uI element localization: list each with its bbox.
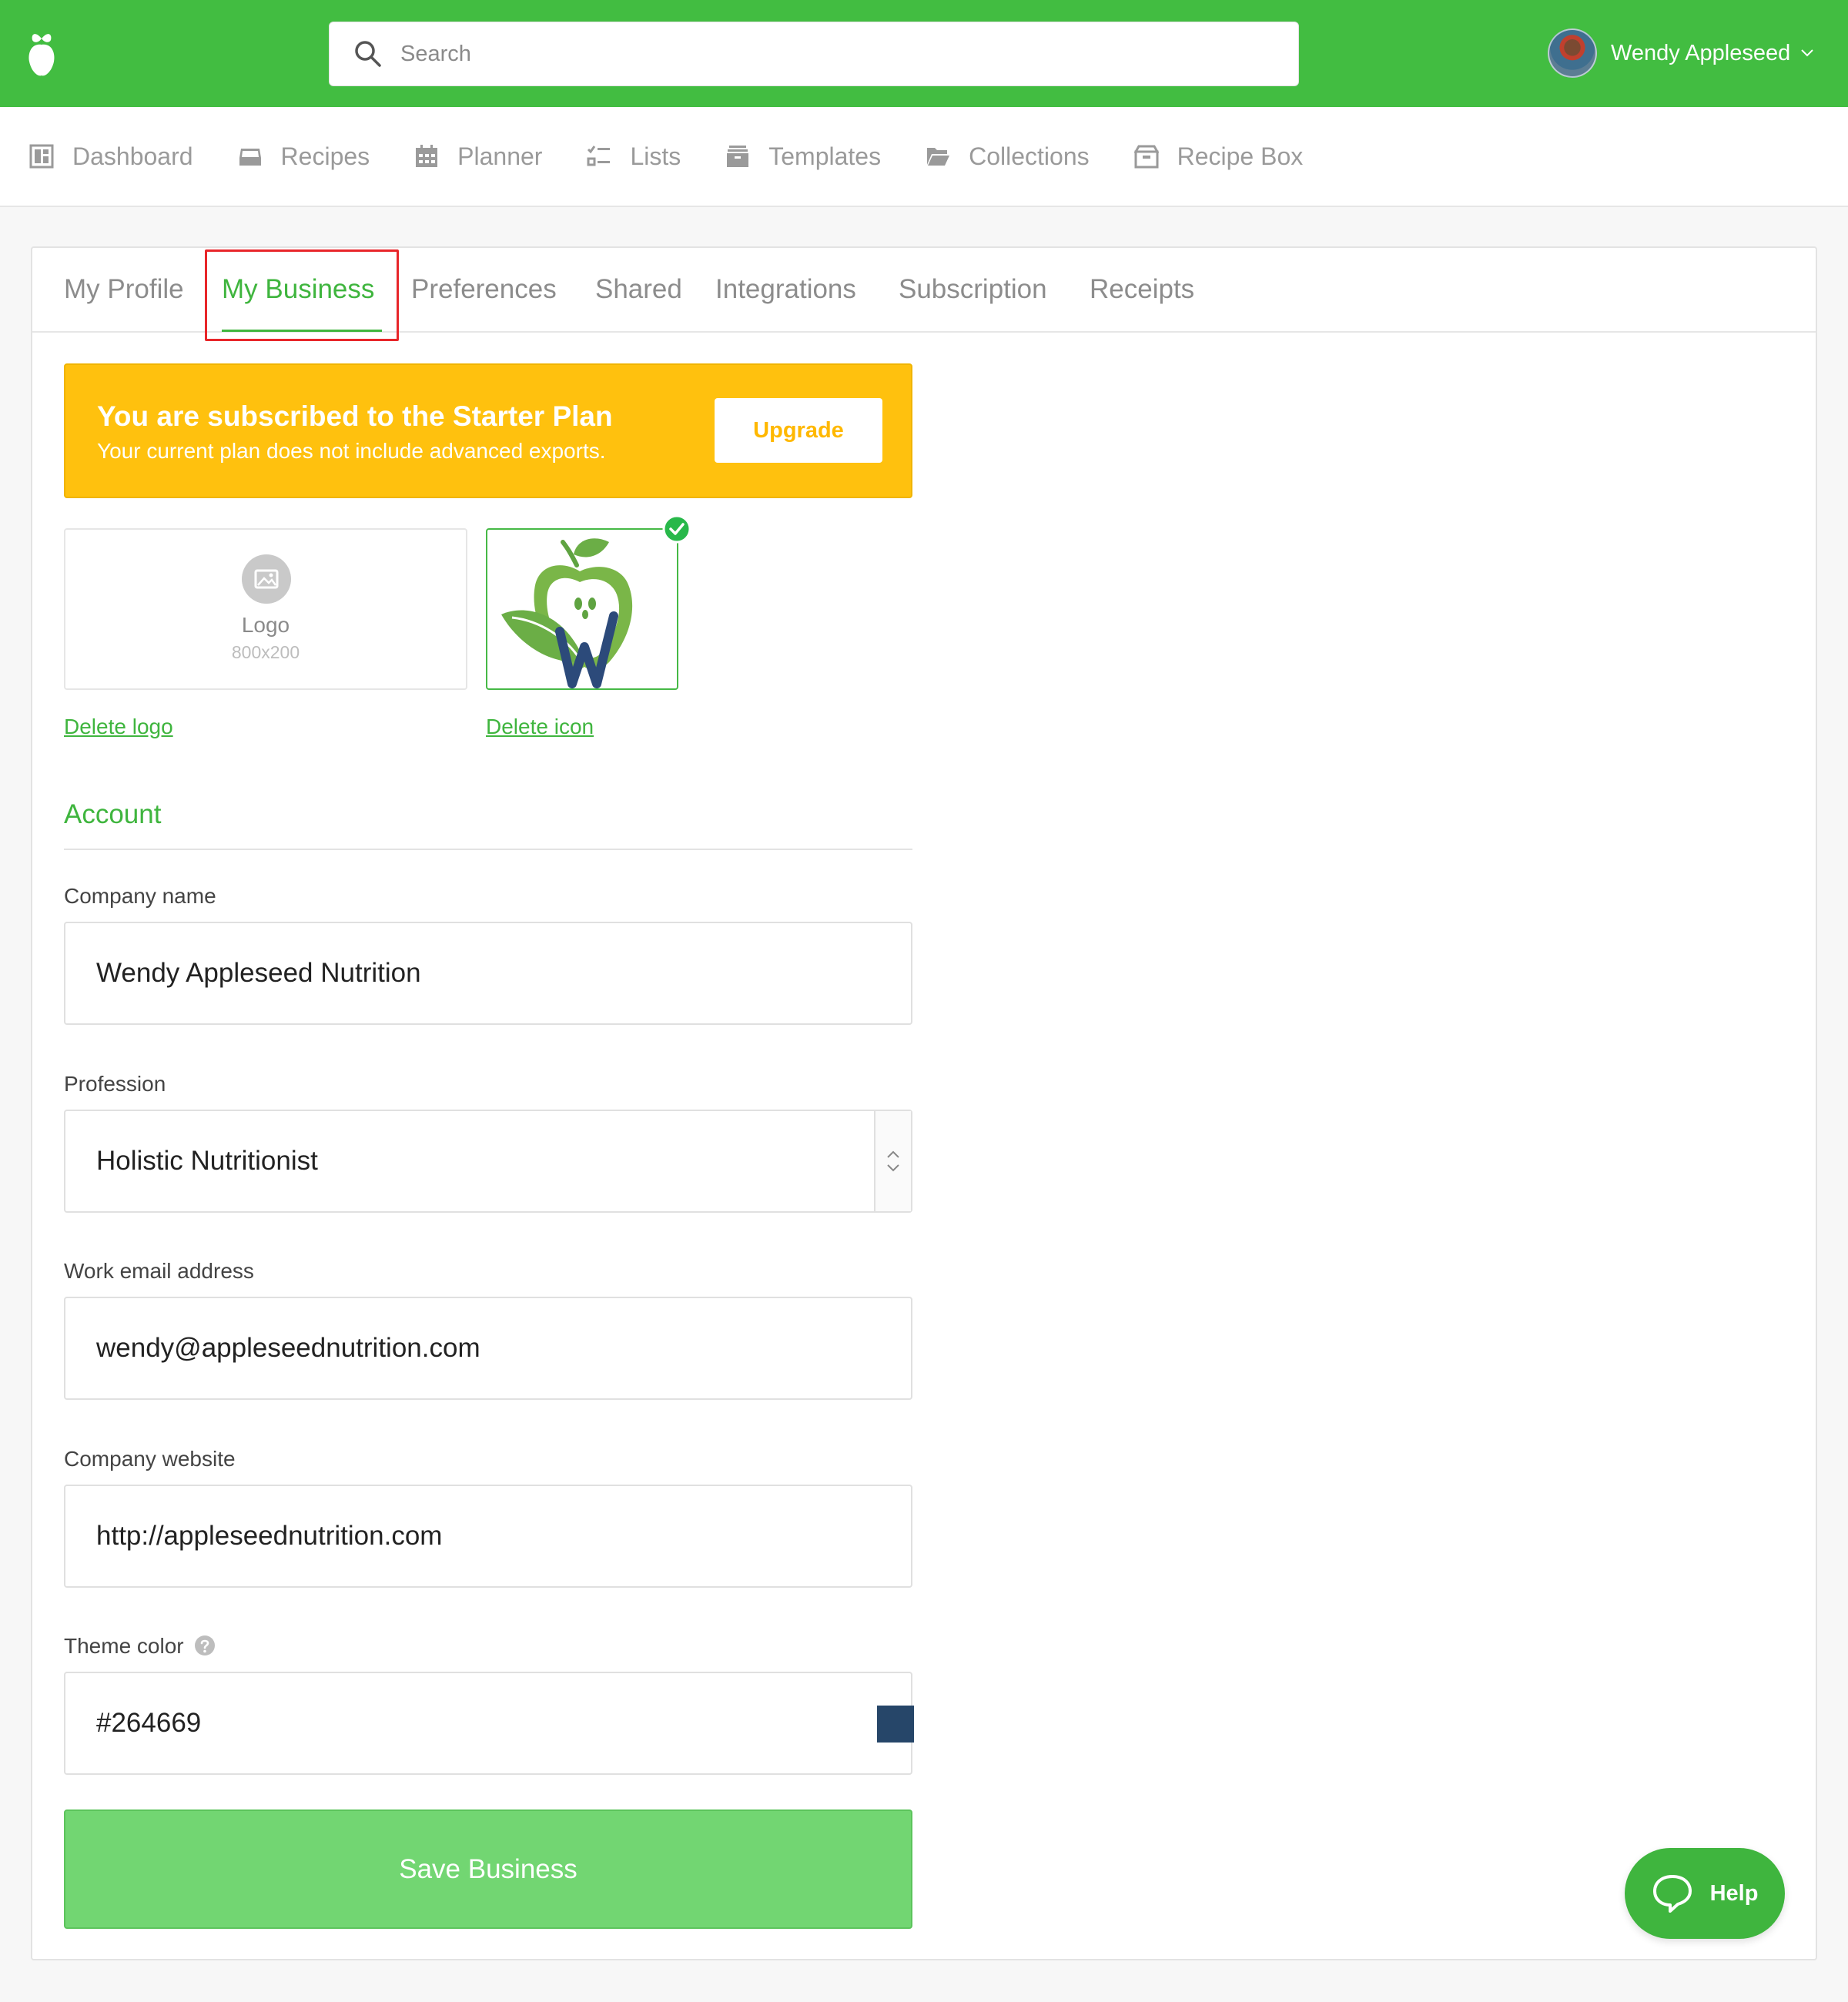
nav-item-recipe-box[interactable]: Recipe Box	[1133, 142, 1304, 171]
nav-label: Recipes	[280, 142, 370, 170]
banner-subtitle: Your current plan does not include advan…	[97, 439, 606, 463]
search-input[interactable]	[400, 41, 1247, 67]
nav-label: Recipe Box	[1177, 142, 1304, 170]
delete-icon-link[interactable]: Delete icon	[486, 715, 594, 739]
tab-preferences[interactable]: Preferences	[411, 274, 557, 305]
settings-card: My Profile My Business Preferences Share…	[31, 246, 1817, 1960]
help-label: Help	[1709, 1880, 1759, 1906]
divider	[64, 849, 912, 850]
nav-item-dashboard[interactable]: Dashboard	[29, 142, 193, 171]
profession-label: Profession	[64, 1072, 166, 1096]
avatar[interactable]	[1548, 28, 1597, 78]
icon-upload[interactable]	[486, 528, 678, 690]
nav-item-collections[interactable]: Collections	[926, 142, 1090, 171]
work-email-label: Work email address	[64, 1259, 254, 1283]
box-icon	[1133, 145, 1159, 169]
theme-color-label-row: Theme color	[64, 1634, 216, 1659]
top-bar: Wendy Appleseed	[0, 0, 1848, 107]
tab-integrations[interactable]: Integrations	[715, 274, 856, 305]
nav-item-recipes[interactable]: Recipes	[238, 142, 370, 171]
help-button[interactable]: Help	[1625, 1848, 1785, 1939]
chat-bubble-icon	[1652, 1875, 1692, 1913]
section-title-account: Account	[64, 799, 162, 829]
question-circle-icon[interactable]	[194, 1635, 216, 1656]
company-name-label: Company name	[64, 884, 216, 908]
nav-label: Templates	[768, 142, 882, 170]
folder-icon	[927, 148, 950, 166]
nav-item-lists[interactable]: Lists	[587, 142, 681, 171]
nav-item-planner[interactable]: Planner	[414, 142, 542, 171]
calendar-icon	[416, 145, 438, 167]
image-icon	[242, 554, 291, 604]
dashboard-icon	[29, 144, 54, 169]
user-name: Wendy Appleseed	[1611, 40, 1791, 65]
archive-icon	[727, 146, 749, 167]
inbox-icon	[239, 149, 261, 166]
company-name-input[interactable]	[96, 923, 835, 1023]
tab-my-business[interactable]: My Business	[222, 274, 374, 305]
nav-label: Dashboard	[72, 142, 193, 170]
website-label: Company website	[64, 1447, 236, 1471]
website-input[interactable]	[96, 1486, 835, 1586]
delete-logo-link[interactable]: Delete logo	[64, 715, 173, 739]
chevron-down-icon	[1801, 49, 1813, 57]
active-tab-indicator	[222, 330, 382, 332]
theme-color-input[interactable]	[96, 1673, 835, 1773]
check-icon	[662, 514, 691, 544]
app-logo-icon[interactable]	[26, 28, 57, 79]
work-email-input[interactable]	[96, 1298, 835, 1398]
select-arrow[interactable]	[874, 1111, 911, 1211]
color-swatch[interactable]	[877, 1706, 914, 1743]
work-email-field[interactable]	[64, 1297, 912, 1400]
website-field[interactable]	[64, 1485, 912, 1588]
tab-shared[interactable]: Shared	[595, 274, 682, 305]
checklist-icon	[587, 146, 611, 166]
user-menu[interactable]: Wendy Appleseed	[1548, 28, 1815, 79]
theme-color-label: Theme color	[64, 1634, 184, 1658]
main-nav: Dashboard Recipes Planner Lists Template…	[0, 107, 1848, 207]
plan-banner: You are subscribed to the Starter Plan Y…	[64, 363, 912, 498]
nav-label: Collections	[969, 142, 1090, 170]
search-bar[interactable]	[329, 22, 1299, 86]
logo-upload[interactable]: Logo 800x200	[64, 528, 467, 690]
save-business-button[interactable]: Save Business	[64, 1810, 912, 1929]
upgrade-button[interactable]: Upgrade	[715, 398, 882, 463]
tab-receipts[interactable]: Receipts	[1090, 274, 1194, 305]
theme-color-field[interactable]	[64, 1672, 914, 1775]
tab-subscription[interactable]: Subscription	[899, 274, 1047, 305]
settings-tabs: My Profile My Business Preferences Share…	[32, 248, 1816, 333]
nav-label: Planner	[457, 142, 543, 170]
tab-my-profile[interactable]: My Profile	[64, 274, 184, 305]
apple-leaf-logo-icon	[501, 538, 633, 688]
banner-title: You are subscribed to the Starter Plan	[97, 400, 613, 432]
select-updown-icon	[887, 1150, 899, 1172]
logo-label: Logo	[241, 613, 290, 637]
nav-label: Lists	[630, 142, 681, 170]
profession-select[interactable]: Holistic Nutritionist	[64, 1110, 912, 1213]
logo-size: 800x200	[231, 642, 300, 662]
company-name-field[interactable]	[64, 922, 912, 1025]
nav-item-templates[interactable]: Templates	[725, 142, 881, 171]
profession-value: Holistic Nutritionist	[96, 1146, 318, 1176]
search-icon	[355, 41, 381, 67]
